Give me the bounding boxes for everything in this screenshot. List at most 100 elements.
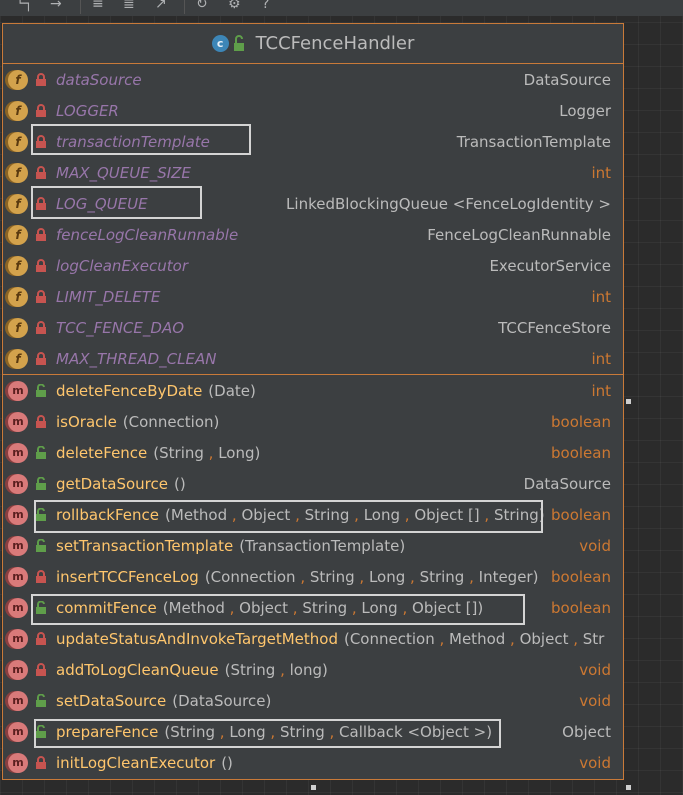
method-row[interactable]: m setTransactionTemplate (TransactionTempl… [3, 530, 623, 561]
param-separator: , [464, 567, 479, 586]
gear-icon[interactable]: ⚙ [228, 0, 241, 13]
unlock-icon [36, 477, 46, 490]
lock-icon [36, 663, 46, 676]
method-row[interactable]: m rollbackFence (Method , Object , String … [3, 499, 623, 530]
help-icon[interactable]: ? [262, 0, 269, 13]
method-row[interactable]: m commitFence (Method , Object , String , … [3, 592, 623, 623]
param-separator: , [354, 567, 369, 586]
field-icon: f [8, 224, 28, 245]
method-row[interactable]: m getDataSource () DataSource [3, 468, 623, 499]
param-type: Long [363, 505, 401, 524]
list-icon[interactable]: ≡ [92, 0, 104, 13]
field-type: TCCFenceStore [498, 318, 611, 337]
method-row[interactable]: m setDataSource (DataSource) void [3, 685, 623, 716]
lock-icon [36, 135, 46, 148]
param-separator: , [479, 505, 494, 524]
export-icon[interactable]: ↗ [155, 0, 167, 13]
resize-handle[interactable] [626, 399, 631, 404]
param-type: String [302, 598, 348, 617]
unlock-icon [233, 35, 244, 51]
param-type: Object [] [412, 598, 478, 617]
field-row[interactable]: f fenceLogCleanRunnable FenceLogCleanRunna… [3, 219, 623, 250]
param-type: String [170, 722, 216, 741]
method-row[interactable]: m deleteFenceByDate (Date) int [3, 375, 623, 406]
unlock-icon [36, 384, 46, 397]
method-params: (Connection , Method , Object , Str [343, 629, 605, 648]
method-row[interactable]: m insertTCCFenceLog (Connection , String ,… [3, 561, 623, 592]
field-name: transactionTemplate [56, 132, 210, 151]
method-name: setDataSource [56, 691, 167, 710]
param-separator: , [288, 598, 303, 617]
field-name: LOG_QUEUE [56, 194, 148, 213]
method-name: commitFence [56, 598, 157, 617]
param-type: Long [368, 567, 406, 586]
method-row[interactable]: m addToLogCleanQueue (String , long) void [3, 654, 623, 685]
method-return-type: boolean [551, 443, 611, 462]
method-name: rollbackFence [56, 505, 160, 524]
method-row[interactable]: m updateStatusAndInvokeTargetMethod (Conne… [3, 623, 623, 654]
method-name: getDataSource [56, 474, 168, 493]
method-icon: m [8, 473, 28, 494]
toolbar-separator [80, 0, 81, 14]
method-row[interactable]: m initLogCleanExecutor () void [3, 747, 623, 778]
methods-section: m deleteFenceByDate (Date) int m isOracle (Con… [3, 375, 623, 778]
refresh-icon[interactable]: ↻ [196, 0, 208, 13]
param-type: String [304, 505, 350, 524]
method-icon: m [8, 752, 28, 773]
method-name: isOracle [56, 412, 117, 431]
param-type: long [289, 660, 322, 679]
field-name: MAX_THREAD_CLEAN [56, 349, 217, 368]
toolbar-separator [184, 0, 185, 14]
method-name: deleteFence [56, 443, 148, 462]
method-name: addToLogCleanQueue [56, 660, 219, 679]
method-name: insertTCCFenceLog [56, 567, 199, 586]
resize-handle[interactable] [311, 785, 316, 790]
unlock-icon [36, 601, 46, 614]
lock-icon [36, 166, 46, 179]
field-name: dataSource [56, 70, 142, 89]
param-type: Date [214, 381, 251, 400]
field-type: TransactionTemplate [456, 132, 611, 151]
field-row[interactable]: f MAX_QUEUE_SIZE int [3, 157, 623, 188]
field-type: int [591, 163, 611, 182]
field-row[interactable]: f logCleanExecutor ExecutorService [3, 250, 623, 281]
param-separator: , [349, 505, 364, 524]
field-row[interactable]: f TCC_FENCE_DAO TCCFenceStore [3, 312, 623, 343]
method-row[interactable]: m isOracle (Connection) boolean [3, 406, 623, 437]
param-type: Method [168, 598, 225, 617]
unlock-icon [36, 694, 46, 707]
field-type: LinkedBlockingQueue <FenceLogIdentity > [286, 194, 611, 213]
param-separator: , [434, 629, 450, 648]
method-return-type: DataSource [523, 474, 611, 493]
param-separator: , [295, 567, 310, 586]
resize-handle[interactable] [626, 785, 631, 790]
field-row[interactable]: f MAX_THREAD_CLEAN int [3, 343, 623, 374]
field-row[interactable]: f LIMIT_DELETE int [3, 281, 623, 312]
method-icon: m [8, 566, 28, 587]
method-params: (Connection , String , Long , String , I… [204, 567, 539, 586]
arrow-icon[interactable]: → [50, 0, 62, 13]
param-type: Connection [128, 412, 214, 431]
class-node[interactable]: c TCCFenceHandler f dataSource DataSource f… [2, 23, 624, 780]
class-header: c TCCFenceHandler [3, 24, 623, 64]
method-row[interactable]: m prepareFence (String , Long , String , C… [3, 716, 623, 747]
param-type: TransactionTemplate [245, 536, 400, 555]
method-row[interactable]: m deleteFence (String , Long) boolean [3, 437, 623, 468]
method-icon: m [8, 442, 28, 463]
param-separator: , [405, 567, 420, 586]
param-separator: , [397, 598, 413, 617]
lock-icon [36, 415, 46, 428]
field-icon: f [8, 286, 28, 307]
diagram-toolbar: └┐ → ≡ ≣ ↗ ↻ ⚙ ? [0, 0, 683, 16]
lock-icon [36, 197, 46, 210]
field-type: int [591, 287, 611, 306]
field-row[interactable]: f transactionTemplate TransactionTemplate [3, 126, 623, 157]
field-row[interactable]: f LOGGER Logger [3, 95, 623, 126]
method-name: deleteFenceByDate [56, 381, 203, 400]
field-row[interactable]: f LOG_QUEUE LinkedBlockingQueue <FenceLogI… [3, 188, 623, 219]
field-row[interactable]: f dataSource DataSource [3, 64, 623, 95]
filter-icon[interactable]: ≣ [123, 0, 135, 13]
class-title: TCCFenceHandler [255, 33, 415, 54]
lock-icon [36, 570, 46, 583]
layout-icon[interactable]: └┐ [16, 0, 33, 13]
